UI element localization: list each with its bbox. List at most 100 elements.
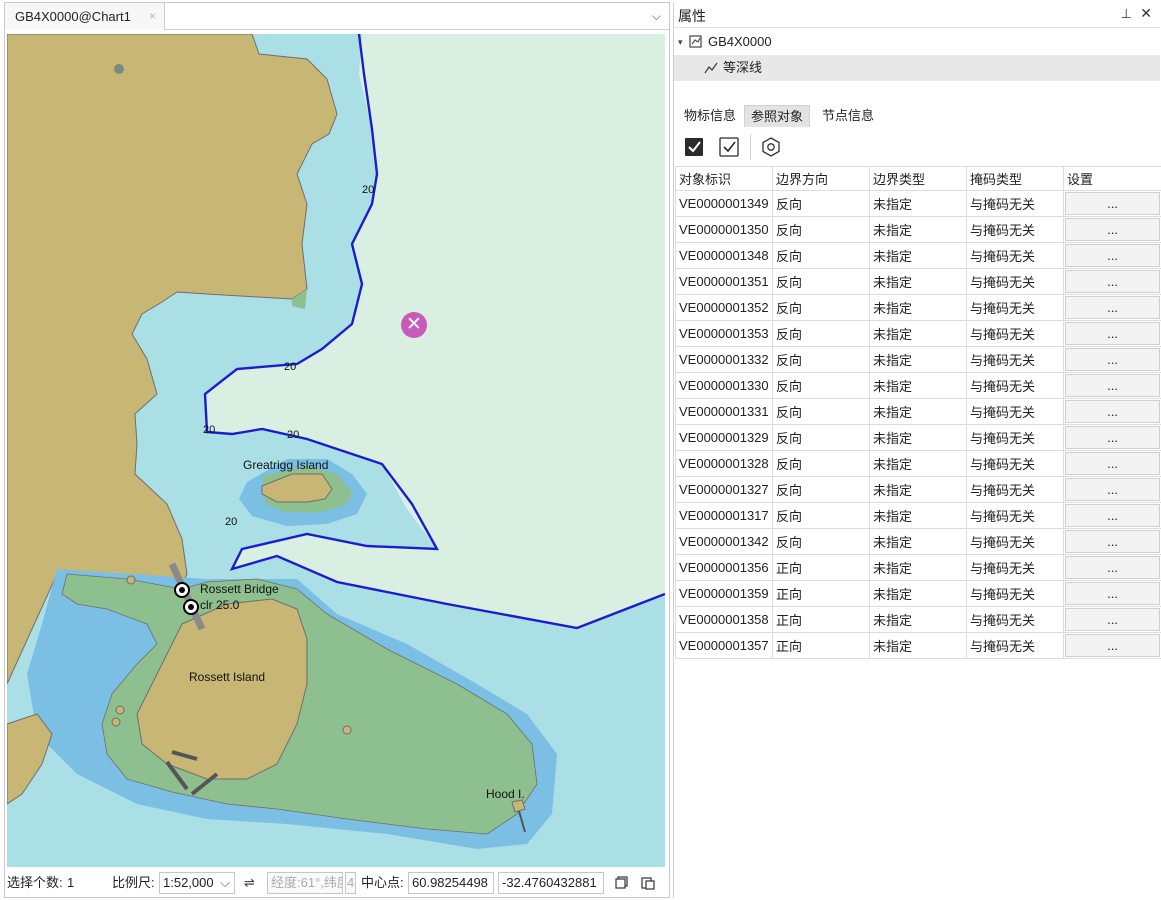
table-row[interactable]: VE0000001352 反向 未指定 与掩码无关... [675, 294, 1161, 321]
table-cell-id[interactable]: VE0000001352 [675, 294, 773, 321]
table-cell-id[interactable]: VE0000001329 [675, 424, 773, 451]
swap-icon[interactable]: ⇌ [244, 869, 255, 897]
table-cell-dir[interactable]: 正向 [772, 580, 870, 607]
table-cell-id[interactable]: VE0000001351 [675, 268, 773, 295]
table-cell-dir[interactable]: 反向 [772, 268, 870, 295]
tab-reference-objects[interactable]: 参照对象 [744, 105, 811, 127]
table-cell-id[interactable]: VE0000001327 [675, 476, 773, 503]
row-settings-button[interactable]: ... [1065, 504, 1160, 527]
chevron-down-icon[interactable]: ⌵ [652, 3, 661, 30]
table-cell-dir[interactable]: 反向 [772, 294, 870, 321]
table-cell-type[interactable]: 未指定 [869, 190, 967, 217]
table-row[interactable]: VE0000001349 反向 未指定 与掩码无关... [675, 190, 1161, 217]
row-settings-button[interactable]: ... [1065, 530, 1160, 553]
table-cell-type[interactable]: 未指定 [869, 580, 967, 607]
table-cell-dir[interactable]: 反向 [772, 502, 870, 529]
small-input[interactable]: 4 [345, 872, 356, 894]
copy-icon[interactable] [615, 876, 628, 889]
tree-node-root[interactable]: ▾ GB4X0000 [674, 29, 1160, 55]
table-cell-id[interactable]: VE0000001342 [675, 528, 773, 555]
table-cell-id[interactable]: VE0000001350 [675, 216, 773, 243]
row-settings-button[interactable]: ... [1065, 582, 1160, 605]
column-header[interactable]: 边界方向 [772, 166, 870, 191]
table-cell-dir[interactable]: 反向 [772, 242, 870, 269]
table-cell-dir[interactable]: 反向 [772, 398, 870, 425]
row-settings-button[interactable]: ... [1065, 400, 1160, 423]
pin-icon[interactable]: ⊥ [1121, 6, 1132, 22]
row-settings-button[interactable]: ... [1065, 244, 1160, 267]
table-row[interactable]: VE0000001317 反向 未指定 与掩码无关... [675, 502, 1161, 529]
select-all-checkbox-icon[interactable] [683, 136, 705, 158]
close-icon[interactable]: ✕ [1140, 5, 1152, 22]
table-row[interactable]: VE0000001329 反向 未指定 与掩码无关... [675, 424, 1161, 451]
table-cell-mask[interactable]: 与掩码无关 [966, 528, 1064, 555]
table-cell-mask[interactable]: 与掩码无关 [966, 606, 1064, 633]
paste-icon[interactable] [641, 876, 655, 890]
table-cell-type[interactable]: 未指定 [869, 424, 967, 451]
table-row[interactable]: VE0000001330 反向 未指定 与掩码无关... [675, 372, 1161, 399]
table-cell-type[interactable]: 未指定 [869, 242, 967, 269]
table-cell-type[interactable]: 未指定 [869, 528, 967, 555]
table-cell-mask[interactable]: 与掩码无关 [966, 632, 1064, 659]
table-cell-dir[interactable]: 反向 [772, 346, 870, 373]
row-settings-button[interactable]: ... [1065, 348, 1160, 371]
table-cell-dir[interactable]: 反向 [772, 216, 870, 243]
table-cell-mask[interactable]: 与掩码无关 [966, 320, 1064, 347]
row-settings-button[interactable]: ... [1065, 322, 1160, 345]
table-cell-mask[interactable]: 与掩码无关 [966, 450, 1064, 477]
longitude-input[interactable]: 经度:61°,纬度 [267, 872, 343, 894]
table-cell-id[interactable]: VE0000001332 [675, 346, 773, 373]
table-cell-id[interactable]: VE0000001356 [675, 554, 773, 581]
table-cell-dir[interactable]: 反向 [772, 450, 870, 477]
table-row[interactable]: VE0000001350 反向 未指定 与掩码无关... [675, 216, 1161, 243]
row-settings-button[interactable]: ... [1065, 426, 1160, 449]
tree-node-contour[interactable]: 等深线 [674, 55, 1160, 81]
row-settings-button[interactable]: ... [1065, 634, 1160, 657]
table-cell-id[interactable]: VE0000001348 [675, 242, 773, 269]
table-row[interactable]: VE0000001359 正向 未指定 与掩码无关... [675, 580, 1161, 607]
table-cell-type[interactable]: 未指定 [869, 606, 967, 633]
table-cell-dir[interactable]: 正向 [772, 606, 870, 633]
tab-feature-info[interactable]: 物标信息 [678, 105, 742, 127]
table-cell-dir[interactable]: 正向 [772, 632, 870, 659]
table-cell-id[interactable]: VE0000001317 [675, 502, 773, 529]
row-settings-button[interactable]: ... [1065, 452, 1160, 475]
table-cell-id[interactable]: VE0000001330 [675, 372, 773, 399]
column-header[interactable]: 设置 [1063, 166, 1161, 191]
table-cell-type[interactable]: 未指定 [869, 502, 967, 529]
table-row[interactable]: VE0000001351 反向 未指定 与掩码无关... [675, 268, 1161, 295]
table-cell-id[interactable]: VE0000001328 [675, 450, 773, 477]
column-header[interactable]: 边界类型 [869, 166, 967, 191]
table-cell-dir[interactable]: 反向 [772, 528, 870, 555]
table-cell-mask[interactable]: 与掩码无关 [966, 372, 1064, 399]
chart-map-view[interactable]: 20 20 20 20 20 Greatrigg Island Rossett … [7, 34, 665, 867]
table-cell-mask[interactable]: 与掩码无关 [966, 424, 1064, 451]
row-settings-button[interactable]: ... [1065, 608, 1160, 631]
table-cell-dir[interactable]: 反向 [772, 424, 870, 451]
table-cell-type[interactable]: 未指定 [869, 398, 967, 425]
table-cell-dir[interactable]: 反向 [772, 320, 870, 347]
table-cell-mask[interactable]: 与掩码无关 [966, 268, 1064, 295]
table-row[interactable]: VE0000001356 正向 未指定 与掩码无关... [675, 554, 1161, 581]
row-settings-button[interactable]: ... [1065, 270, 1160, 293]
table-row[interactable]: VE0000001331 反向 未指定 与掩码无关... [675, 398, 1161, 425]
table-row[interactable]: VE0000001353 反向 未指定 与掩码无关... [675, 320, 1161, 347]
row-settings-button[interactable]: ... [1065, 218, 1160, 241]
selection-cross-icon[interactable]: ✕ [401, 312, 427, 338]
table-cell-type[interactable]: 未指定 [869, 216, 967, 243]
table-cell-type[interactable]: 未指定 [869, 450, 967, 477]
column-header[interactable]: 掩码类型 [966, 166, 1064, 191]
document-tab[interactable]: GB4X0000@Chart1 × [5, 3, 165, 30]
table-cell-type[interactable]: 未指定 [869, 476, 967, 503]
table-row[interactable]: VE0000001357 正向 未指定 与掩码无关... [675, 632, 1161, 659]
row-settings-button[interactable]: ... [1065, 192, 1160, 215]
check-icon[interactable] [718, 136, 740, 158]
row-settings-button[interactable]: ... [1065, 374, 1160, 397]
row-settings-button[interactable]: ... [1065, 478, 1160, 501]
table-cell-type[interactable]: 未指定 [869, 372, 967, 399]
table-cell-mask[interactable]: 与掩码无关 [966, 580, 1064, 607]
settings-icon[interactable] [760, 136, 782, 158]
table-row[interactable]: VE0000001327 反向 未指定 与掩码无关... [675, 476, 1161, 503]
close-icon[interactable]: × [149, 3, 156, 30]
table-row[interactable]: VE0000001348 反向 未指定 与掩码无关... [675, 242, 1161, 269]
